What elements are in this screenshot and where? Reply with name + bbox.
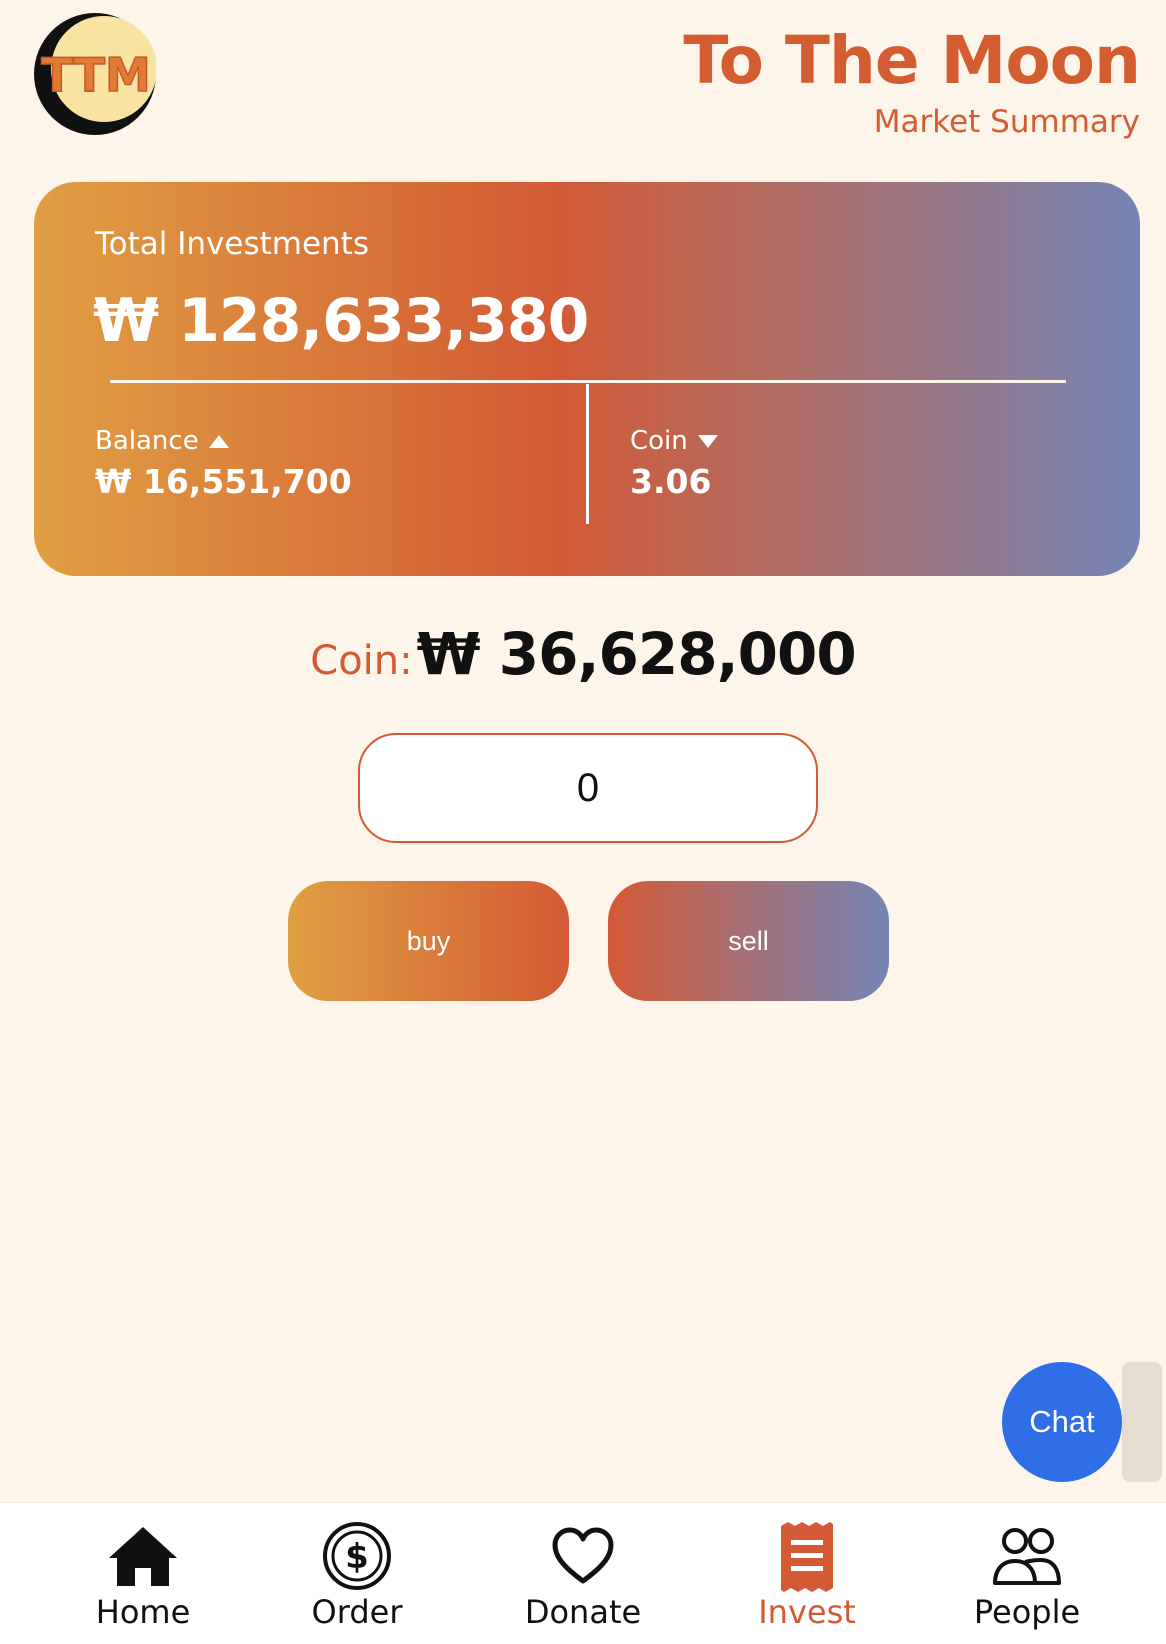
home-icon: [106, 1519, 180, 1593]
coin-price-value: ₩ 36,628,000: [416, 620, 857, 688]
nav-label-order: Order: [311, 1593, 403, 1631]
nav-label-home: Home: [95, 1593, 191, 1631]
nav-item-invest[interactable]: Invest: [717, 1519, 897, 1641]
svg-text:TTM: TTM: [41, 48, 151, 102]
balance-label: Balance: [95, 426, 229, 456]
coin-label-text: Coin: [630, 426, 688, 456]
people-icon: [990, 1519, 1064, 1593]
page-subtitle: Market Summary: [873, 104, 1140, 140]
bottom-nav: Home $ Order Donate Invest People: [0, 1502, 1166, 1644]
investment-summary-card: Total Investments ₩ 128,633,380 Balance …: [34, 182, 1140, 576]
total-investments-value: ₩ 128,633,380: [93, 286, 589, 356]
coin-label: Coin: [630, 426, 718, 456]
nav-label-donate: Donate: [524, 1593, 642, 1631]
balance-label-text: Balance: [95, 426, 199, 456]
arrow-down-icon: [697, 434, 718, 448]
svg-text:$: $: [345, 1537, 369, 1577]
nav-item-home[interactable]: Home: [53, 1519, 233, 1641]
balance-value: ₩ 16,551,700: [95, 462, 352, 501]
coin-price-label: Coin:: [310, 638, 413, 684]
nav-item-order[interactable]: $ Order: [267, 1519, 447, 1641]
receipt-icon: [770, 1519, 844, 1593]
heart-icon: [546, 1519, 620, 1593]
chat-button[interactable]: Chat: [1002, 1362, 1122, 1482]
nav-item-people[interactable]: People: [937, 1519, 1117, 1641]
card-divider-vertical: [586, 384, 589, 524]
total-investments-label: Total Investments: [95, 226, 369, 262]
dollar-coin-icon: $: [320, 1519, 394, 1593]
arrow-up-icon: [208, 434, 229, 448]
chat-side-tab[interactable]: [1122, 1362, 1162, 1482]
coin-price: Coin: ₩ 36,628,000: [0, 620, 1166, 688]
nav-label-invest: Invest: [758, 1593, 856, 1631]
card-divider-horizontal: [110, 380, 1066, 383]
nav-item-donate[interactable]: Donate: [493, 1519, 673, 1641]
sell-button[interactable]: sell: [608, 881, 889, 1001]
buy-button[interactable]: buy: [288, 881, 569, 1001]
coin-value: 3.06: [630, 462, 712, 501]
page: TTM To The Moon Market Summary Total Inv…: [0, 0, 1166, 1644]
ttm-logo[interactable]: TTM: [34, 13, 156, 135]
app-title: To The Moon: [683, 22, 1141, 99]
amount-input[interactable]: [358, 733, 818, 843]
nav-label-people: People: [973, 1593, 1081, 1631]
